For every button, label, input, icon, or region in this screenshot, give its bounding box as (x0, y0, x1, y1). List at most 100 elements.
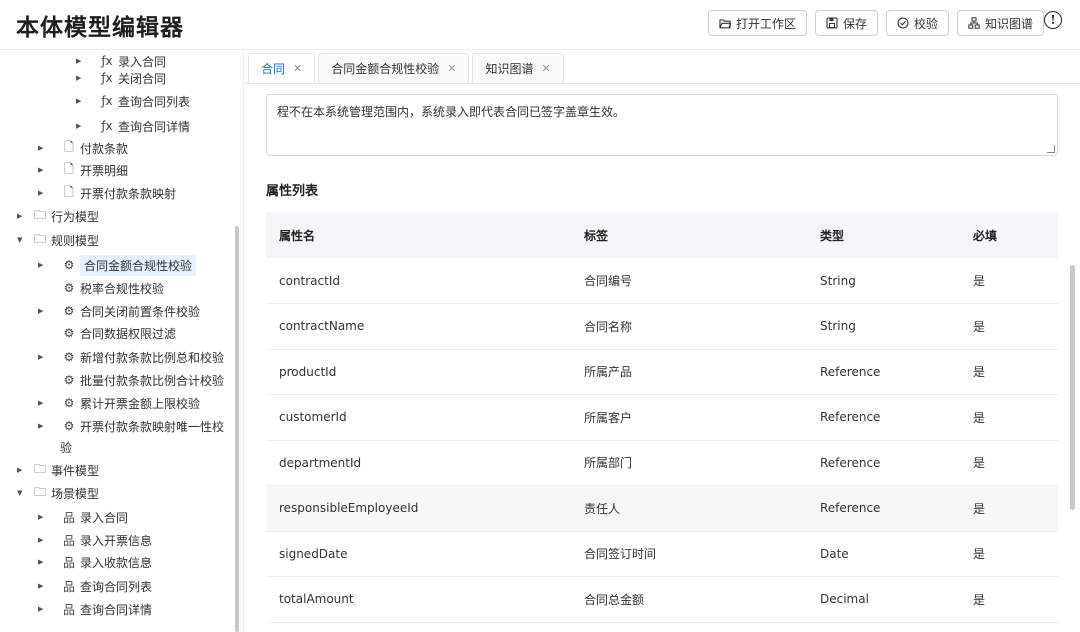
expand-arrow-icon[interactable]: ▶ (38, 166, 48, 174)
expand-arrow-icon[interactable]: ▶ (38, 261, 48, 269)
collapse-arrow-icon[interactable]: ▼ (17, 489, 27, 497)
tree-node-function[interactable]: ▶ ƒx 关闭合同 (76, 67, 166, 89)
cell-name: contractId (266, 258, 571, 304)
tree-node-function[interactable]: ▶ ƒx 查询合同列表 (76, 90, 190, 112)
cell-type: Reference (807, 394, 960, 441)
tree-node-scene[interactable]: ▶ 品录入合同 (38, 506, 128, 528)
expand-arrow-icon[interactable]: ▶ (38, 582, 48, 590)
cell-name: signedDate (266, 531, 571, 577)
scene-icon: 品 (62, 533, 75, 548)
tree-node-scene[interactable]: ▶ 品查询合同列表 (38, 575, 152, 597)
expand-arrow-icon[interactable]: ▶ (17, 212, 27, 220)
validate-button[interactable]: 校验 (885, 10, 949, 36)
app-title: 本体模型编辑器 (16, 15, 184, 41)
close-icon[interactable]: ✕ (293, 62, 302, 75)
expand-arrow-icon[interactable]: ▶ (76, 122, 86, 130)
cell-label: 合同编号 (571, 258, 807, 304)
cell-name: responsibleEmployeeId (266, 485, 571, 532)
table-row[interactable]: customerId 所属客户 Reference 是 (266, 394, 1058, 441)
expand-arrow-icon[interactable]: ▶ (38, 558, 48, 566)
tree-node-rule[interactable]: ▶ ⚙ 新增付款条款比例总和校验 (38, 346, 224, 368)
tree-node-rule-model[interactable]: ▼ 🗀 规则模型 (17, 229, 99, 251)
tree-node-behavior-model[interactable]: ▶ 🗀 行为模型 (17, 205, 99, 227)
tree-node-rule[interactable]: ▶ ⚙ 开票付款条款映射唯一性校 (38, 415, 224, 437)
expand-arrow-icon[interactable]: ▶ (38, 605, 48, 613)
description-textarea[interactable]: 程不在本系统管理范围内，系统录入即代表合同已签字盖章生效。 (266, 94, 1058, 156)
expand-arrow-icon[interactable]: ▶ (76, 97, 86, 105)
expand-arrow-icon[interactable]: ▶ (38, 536, 48, 544)
tab-contract-amount-rule[interactable]: 合同金额合规性校验 ✕ (318, 53, 470, 83)
tree-node-rule-selected[interactable]: ▶ ⚙ 合同金额合规性校验 (38, 254, 197, 276)
expand-arrow-icon[interactable]: ▶ (38, 399, 48, 407)
sidebar-scrollbar[interactable] (235, 226, 239, 632)
tree-node-event-model[interactable]: ▶ 🗀 事件模型 (17, 459, 99, 481)
column-header[interactable]: 类型 (807, 212, 960, 258)
cell-name: contractName (266, 303, 571, 350)
editor-panel: 合同 ✕ 合同金额合规性校验 ✕ 知识图谱 ✕ 程不在本系统管理范围内，系统录入… (244, 50, 1080, 632)
tree-node-doc[interactable]: ▶ 🗋 开票明细 (38, 159, 128, 181)
tree-node-function[interactable]: ▶ ƒx 查询合同详情 (76, 115, 190, 137)
tree-node-scene-model[interactable]: ▼ 🗀 场景模型 (17, 482, 99, 504)
column-header[interactable]: 必填 (960, 212, 1058, 258)
open-workspace-button[interactable]: 打开工作区 (707, 10, 807, 36)
expand-arrow-icon[interactable]: ▶ (76, 57, 86, 65)
expand-arrow-icon[interactable]: ▶ (38, 307, 48, 315)
expand-arrow-icon[interactable]: ▶ (38, 353, 48, 361)
cell-name: productId (266, 349, 571, 395)
tree-node-rule[interactable]: ⚙ 税率合规性校验 (48, 277, 164, 299)
tree-node-doc[interactable]: ▶ 🗋 付款条款 (38, 137, 128, 159)
expand-arrow-icon[interactable]: ▶ (38, 422, 48, 430)
main-scrollbar[interactable] (1070, 265, 1075, 510)
table-header-row: 属性名 标签 类型 必填 (266, 212, 1058, 258)
column-header[interactable]: 标签 (571, 212, 807, 258)
table-row[interactable]: responsibleEmployeeId 责任人 Reference 是 (266, 485, 1058, 532)
cell-type: Date (807, 531, 960, 577)
info-icon[interactable]: ! (1044, 11, 1062, 29)
tree-node-scene[interactable]: ▶ 品查询合同详情 (38, 598, 152, 620)
tree-node-scene[interactable]: ▶ 品录入开票信息 (38, 529, 152, 551)
save-label: 保存 (842, 16, 867, 31)
save-button[interactable]: 保存 (814, 10, 878, 36)
tree-node-rule[interactable]: ⚙ 合同数据权限过滤 (48, 322, 176, 344)
table-row[interactable]: contractName 合同名称 String 是 (266, 303, 1058, 350)
table-row[interactable]: totalAmount 合同总金额 Decimal 是 (266, 576, 1058, 623)
open-workspace-label: 打开工作区 (735, 16, 796, 31)
cell-type: Reference (807, 440, 960, 486)
cell-required: 是 (960, 394, 1058, 441)
expand-arrow-icon[interactable]: ▶ (38, 144, 48, 152)
rule-gear-icon: ⚙ (63, 281, 75, 295)
scene-icon: 品 (62, 602, 75, 617)
close-icon[interactable]: ✕ (541, 62, 550, 75)
table-row[interactable]: signedDate 合同签订时间 Date 是 (266, 531, 1058, 577)
folder-icon: 🗀 (33, 207, 46, 222)
tree-node-doc[interactable]: ▶ 🗋 开票付款条款映射 (38, 182, 176, 204)
table-row[interactable]: contractId 合同编号 String 是 (266, 258, 1058, 304)
expand-arrow-icon[interactable]: ▶ (76, 74, 86, 82)
tree-node-scene[interactable]: ▶ 品录入收款信息 (38, 551, 152, 573)
function-icon: ƒx (101, 71, 113, 85)
tree-node-rule[interactable]: ⚙ 批量付款条款比例合计校验 (48, 369, 224, 391)
knowledge-graph-button[interactable]: 知识图谱 (956, 10, 1044, 36)
tree-node-rule[interactable]: ▶ ⚙ 合同关闭前置条件校验 (38, 300, 200, 322)
expand-arrow-icon[interactable]: ▶ (38, 513, 48, 521)
folder-icon: 🗀 (33, 461, 46, 476)
cell-label: 所属部门 (571, 440, 807, 486)
function-icon: ƒx (101, 94, 113, 108)
function-icon: ƒx (101, 54, 113, 68)
model-tree: ▶ ƒx 录入合同 ▶ ƒx 关闭合同 ▶ ƒx 查询合同列表 ▶ ƒx 查询合同详情 ▶ 🗋 付款… (0, 50, 244, 632)
table-row[interactable]: productId 所属产品 Reference 是 (266, 349, 1058, 395)
tab-contract[interactable]: 合同 ✕ (248, 53, 316, 83)
knowledge-graph-label: 知识图谱 (984, 16, 1033, 31)
folder-icon: 🗀 (33, 231, 46, 246)
column-header[interactable]: 属性名 (266, 212, 571, 258)
tab-knowledge-graph[interactable]: 知识图谱 ✕ (472, 53, 564, 83)
table-row[interactable]: departmentId 所属部门 Reference 是 (266, 440, 1058, 486)
expand-arrow-icon[interactable]: ▶ (17, 466, 27, 474)
expand-arrow-icon[interactable]: ▶ (38, 189, 48, 197)
scene-icon: 品 (62, 555, 75, 570)
resize-handle-icon[interactable] (1047, 145, 1055, 153)
check-circle-icon (897, 17, 909, 29)
close-icon[interactable]: ✕ (447, 62, 456, 75)
collapse-arrow-icon[interactable]: ▼ (17, 236, 27, 244)
tree-node-rule[interactable]: ▶ ⚙ 累计开票金额上限校验 (38, 392, 200, 414)
